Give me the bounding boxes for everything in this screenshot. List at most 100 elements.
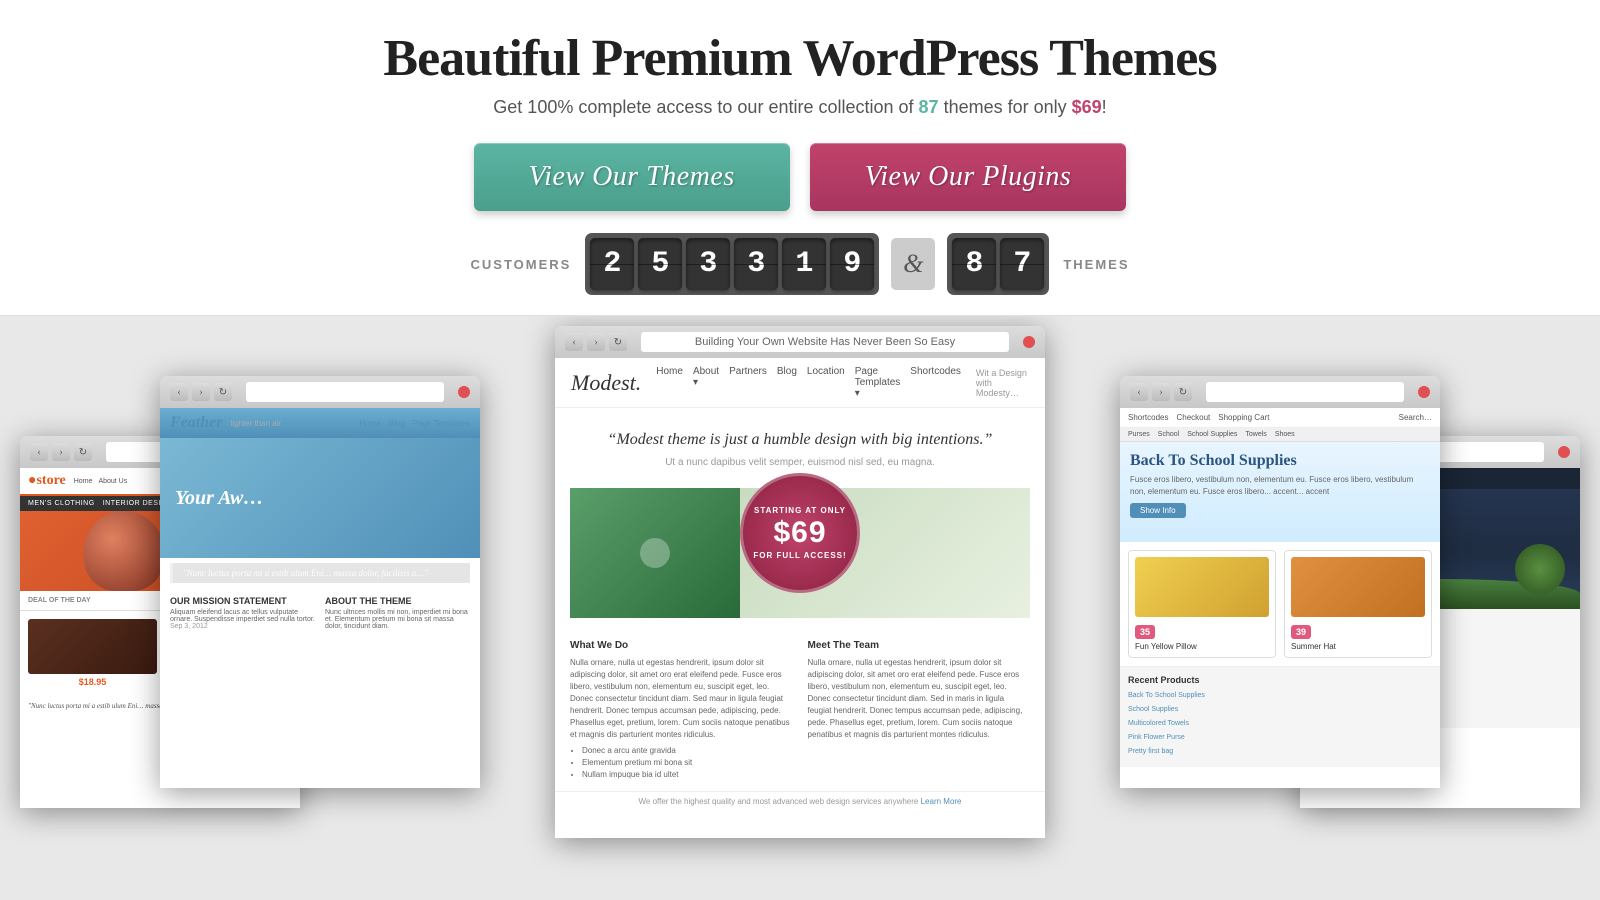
estore-nav-links: Home About Us: [74, 478, 127, 485]
subtitle-text-before: Get 100% complete access to our entire c…: [493, 97, 918, 117]
modest-image-nature: [570, 488, 740, 618]
refresh-school[interactable]: ↻: [1174, 383, 1192, 401]
estore-chair-image: [84, 511, 164, 591]
close-feather[interactable]: [458, 386, 470, 398]
recent-products-title: Recent Products: [1128, 675, 1432, 685]
close-dark[interactable]: [1558, 446, 1570, 458]
badge-price: $69: [773, 518, 826, 548]
address-bar-feather[interactable]: [246, 382, 444, 402]
browser-modest: ‹ › ↻ Building Your Own Website Has Neve…: [555, 326, 1045, 838]
close-school[interactable]: [1418, 386, 1430, 398]
close-modest[interactable]: [1023, 336, 1035, 348]
forward-arrow[interactable]: ›: [52, 443, 70, 461]
refresh-icon[interactable]: ↻: [74, 443, 92, 461]
pillow-name: Fun Yellow Pillow: [1135, 642, 1269, 651]
badge-top: STARTING AT ONLY: [754, 506, 846, 515]
digit-6: 9: [830, 238, 874, 290]
browser-school: ‹ › ↻ Shortcodes Checkout Shopping Cart …: [1120, 376, 1440, 788]
price-badge: STARTING AT ONLY $69 FOR FULL ACCESS!: [740, 473, 860, 593]
shop-hero-text: Fusce eros libero, vestibulum non, eleme…: [1130, 474, 1430, 498]
mission-date: Sep 3, 2012: [170, 623, 315, 630]
modest-content-area: What We Do Nulla ornare, nulla ut egesta…: [555, 628, 1045, 791]
modest-quote: “Modest theme is just a humble design wi…: [585, 428, 1015, 452]
customers-label: CUSTOMERS: [471, 257, 572, 272]
feather-sub: lighter than air: [230, 419, 281, 428]
modest-col-2: Meet The Team Nulla ornare, nulla ut ege…: [808, 638, 1031, 781]
pillow-price-badge: 35: [1135, 625, 1155, 639]
feather-content-details: OUR MISSION STATEMENT Aliquam eleifend l…: [160, 588, 480, 638]
pillow-image: [1135, 557, 1269, 617]
forward-arrow-modest[interactable]: ›: [587, 333, 605, 351]
col2-text: Nulla ornare, nulla ut egestas hendrerit…: [808, 657, 1031, 741]
forward-arrow-feather[interactable]: ›: [192, 383, 210, 401]
back-arrow[interactable]: ‹: [30, 443, 48, 461]
about-text: Nunc ultrices mollis mi non, imperdiet m…: [325, 609, 470, 630]
customer-counter: 2 5 3 3 1 9: [585, 233, 879, 295]
modest-logo: Modest.: [571, 370, 641, 396]
col2-title: Meet The Team: [808, 638, 1031, 653]
flower-icon: [640, 538, 670, 568]
view-plugins-button[interactable]: View Our Plugins: [810, 143, 1127, 211]
feather-hero-content: Your Aw…: [175, 487, 263, 510]
shop-nav: Shortcodes Checkout Shopping Cart Search…: [1120, 408, 1440, 428]
buttons-row: View Our Themes View Our Plugins: [474, 143, 1127, 211]
back-arrow-feather[interactable]: ‹: [170, 383, 188, 401]
about-col: ABOUT THE THEME Nunc ultrices mollis mi …: [325, 596, 470, 630]
feather-content: Feather lighter than air Home Blog Page …: [160, 408, 480, 788]
learn-more[interactable]: Learn More: [921, 797, 962, 806]
recent-products: Recent Products Back To School Supplies …: [1120, 666, 1440, 767]
badge-bottom: FOR FULL ACCESS!: [753, 551, 846, 560]
forward-school[interactable]: ›: [1152, 383, 1170, 401]
product-summer-hat: 39 Summer Hat: [1284, 550, 1432, 658]
shop-hero-title: Back To School Supplies: [1130, 452, 1430, 470]
nav-arrows-feather: ‹ › ↻: [170, 383, 232, 401]
show-info-button[interactable]: Show Info: [1130, 503, 1186, 518]
themes-counter: 8 7: [947, 233, 1049, 295]
product-img-chocolate: [28, 619, 157, 674]
modest-nav-links: Home About ▾ Partners Blog Location Page…: [656, 366, 961, 399]
about-title: ABOUT THE THEME: [325, 596, 470, 606]
product-yellow-pillow: 35 Fun Yellow Pillow: [1128, 550, 1276, 658]
bottom-text: We offer the highest quality and most ad…: [638, 797, 918, 806]
browser-feather: ‹ › ↻ Feather lighter than air Home Blog…: [160, 376, 480, 788]
shop-categories: Purses School School Supplies Towels Sho…: [1120, 428, 1440, 442]
refresh-modest[interactable]: ↻: [609, 333, 627, 351]
view-themes-button[interactable]: View Our Themes: [474, 143, 790, 211]
feather-hero: Your Aw…: [160, 438, 480, 558]
back-school[interactable]: ‹: [1130, 383, 1148, 401]
modest-bottom: We offer the highest quality and most ad…: [555, 791, 1045, 811]
top-section: Beautiful Premium WordPress Themes Get 1…: [0, 0, 1600, 316]
back-arrow-modest[interactable]: ‹: [565, 333, 583, 351]
col1-text: Nulla ornare, nulla ut egestas hendrerit…: [570, 657, 793, 741]
subtitle-text-middle: themes for only: [939, 97, 1072, 117]
tree-circle: [1515, 544, 1565, 594]
hat-image: [1291, 557, 1425, 617]
theme-digit-1: 8: [952, 238, 996, 290]
refresh-feather[interactable]: ↻: [214, 383, 232, 401]
theme-digit-2: 7: [1000, 238, 1044, 290]
shop-hero: Back To School Supplies Fusce eros liber…: [1120, 442, 1440, 542]
modest-tagline: Wit a Design with Modesty…: [976, 368, 1029, 398]
nav-arrows-school: ‹ › ↻: [1130, 383, 1192, 401]
page-title: Beautiful Premium WordPress Themes: [383, 30, 1216, 87]
modest-col-1: What We Do Nulla ornare, nulla ut egesta…: [570, 638, 793, 781]
ampersand: &: [891, 238, 935, 290]
address-bar-modest[interactable]: Building Your Own Website Has Never Been…: [641, 332, 1009, 352]
modest-content: Modest. Home About ▾ Partners Blog Locat…: [555, 358, 1045, 838]
address-bar-school[interactable]: [1206, 382, 1404, 402]
mission-title: OUR MISSION STATEMENT: [170, 596, 315, 606]
counters-row: CUSTOMERS 2 5 3 3 1 9 & 8 7 THEMES: [471, 233, 1130, 295]
product-price-1: $18.95: [28, 677, 157, 687]
feather-logo: Feather: [170, 414, 222, 432]
estore-logo: ●store: [28, 473, 66, 489]
browser-titlebar-school: ‹ › ↻: [1120, 376, 1440, 408]
subtitle: Get 100% complete access to our entire c…: [493, 97, 1106, 118]
screenshots-area: ‹ › ↻ ●store Home About Us MEN'S CLOTHIN…: [0, 316, 1600, 900]
browser-titlebar-modest: ‹ › ↻ Building Your Own Website Has Neve…: [555, 326, 1045, 358]
digit-1: 2: [590, 238, 634, 290]
modest-hero-sub: Ut a nunc dapibus velit semper, euismod …: [585, 457, 1015, 468]
feather-nav: Feather lighter than air Home Blog Page …: [160, 408, 480, 438]
modest-images: STARTING AT ONLY $69 FOR FULL ACCESS!: [570, 488, 1030, 618]
digit-4: 3: [734, 238, 778, 290]
school-content: Shortcodes Checkout Shopping Cart Search…: [1120, 408, 1440, 788]
